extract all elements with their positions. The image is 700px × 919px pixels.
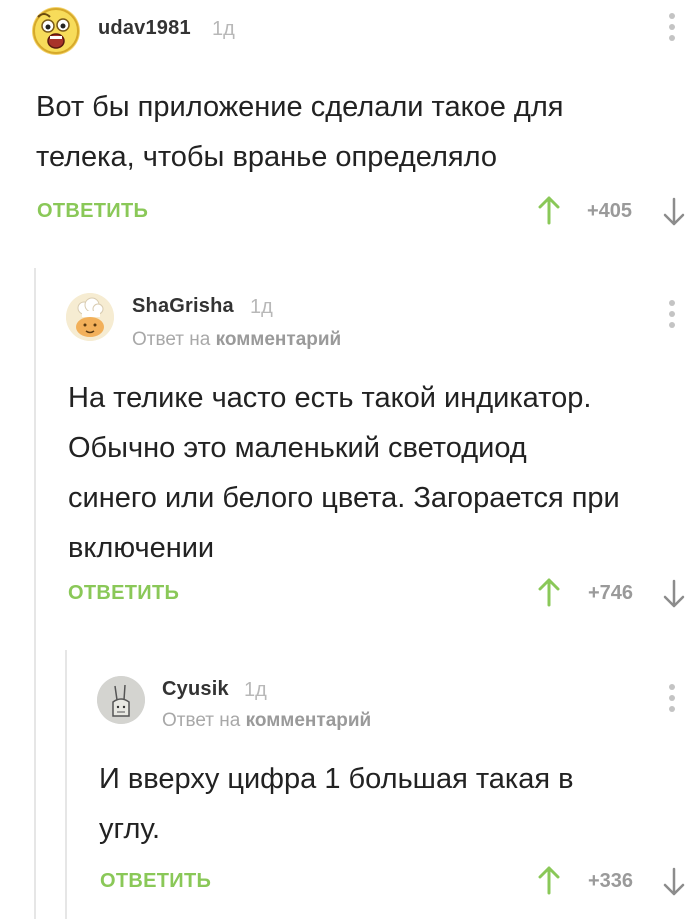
- comment-text: Вот бы приложение сделали такое для теле…: [36, 82, 676, 182]
- reply-button[interactable]: ОТВЕТИТЬ: [100, 870, 211, 893]
- comment-author[interactable]: ShaGrisha: [132, 295, 234, 318]
- reply-to-link[interactable]: Ответ на комментарий: [162, 710, 371, 732]
- comment-rating: +746: [588, 582, 634, 604]
- chef-avatar-icon: [66, 293, 114, 341]
- comment-text-line: Вот бы приложение сделали такое для: [36, 91, 564, 123]
- comment-age: 1д: [250, 296, 273, 318]
- avatar[interactable]: [66, 293, 114, 341]
- reply-button[interactable]: ОТВЕТИТЬ: [37, 200, 148, 223]
- more-menu-icon[interactable]: [667, 684, 677, 720]
- vote-down-icon[interactable]: [663, 579, 685, 609]
- vote-up-icon[interactable]: [538, 865, 560, 895]
- reply-to-prefix: Ответ на: [162, 710, 241, 731]
- reply-to-target[interactable]: комментарий: [216, 329, 342, 350]
- comment-text-line: углу.: [99, 813, 161, 845]
- comment-udav1981: udav1981 1д Вот бы приложение сделали та…: [0, 0, 700, 240]
- vote-down-icon[interactable]: [663, 867, 685, 897]
- comment-text: На телике часто есть такой индикатор. Об…: [68, 373, 698, 573]
- comment-author[interactable]: Cyusik: [162, 678, 229, 701]
- comment-rating: +336: [588, 870, 634, 892]
- comment-text: И вверху цифра 1 большая такая в углу.: [99, 754, 689, 854]
- more-menu-icon[interactable]: [667, 13, 677, 49]
- more-menu-icon[interactable]: [667, 300, 677, 336]
- comment-age: 1д: [212, 18, 235, 40]
- comment-age: 1д: [244, 679, 267, 701]
- vote-down-icon[interactable]: [663, 197, 685, 227]
- avatar[interactable]: [32, 7, 80, 55]
- comment-text-line: телека, чтобы вранье определяло: [36, 141, 497, 173]
- comment-text-line: На телике часто есть такой индикатор.: [68, 382, 592, 414]
- comment-author[interactable]: udav1981: [98, 17, 191, 40]
- comment-text-line: синего или белого цвета. Загорается при: [68, 482, 620, 514]
- comment-text-line: включении: [68, 532, 215, 564]
- comment-text-line: И вверху цифра 1 большая такая в: [99, 763, 574, 795]
- sketch-bunny-avatar-icon: [97, 676, 145, 724]
- vote-up-icon[interactable]: [538, 195, 560, 225]
- comment-cyusik: Cyusik 1д Ответ на комментарий И вверху …: [0, 665, 700, 919]
- vote-up-icon[interactable]: [538, 577, 560, 607]
- comment-shagrisha: ShaGrisha 1д Ответ на комментарий На тел…: [0, 280, 700, 630]
- reply-to-prefix: Ответ на: [132, 329, 211, 350]
- comment-text-line: Обычно это маленький светодиод: [68, 432, 527, 464]
- comment-rating: +405: [587, 200, 633, 222]
- avatar[interactable]: [97, 676, 145, 724]
- reply-button[interactable]: ОТВЕТИТЬ: [68, 582, 179, 605]
- shocked-smiley-avatar-icon: [33, 8, 79, 54]
- reply-to-target[interactable]: комментарий: [246, 710, 372, 731]
- reply-to-link[interactable]: Ответ на комментарий: [132, 329, 341, 351]
